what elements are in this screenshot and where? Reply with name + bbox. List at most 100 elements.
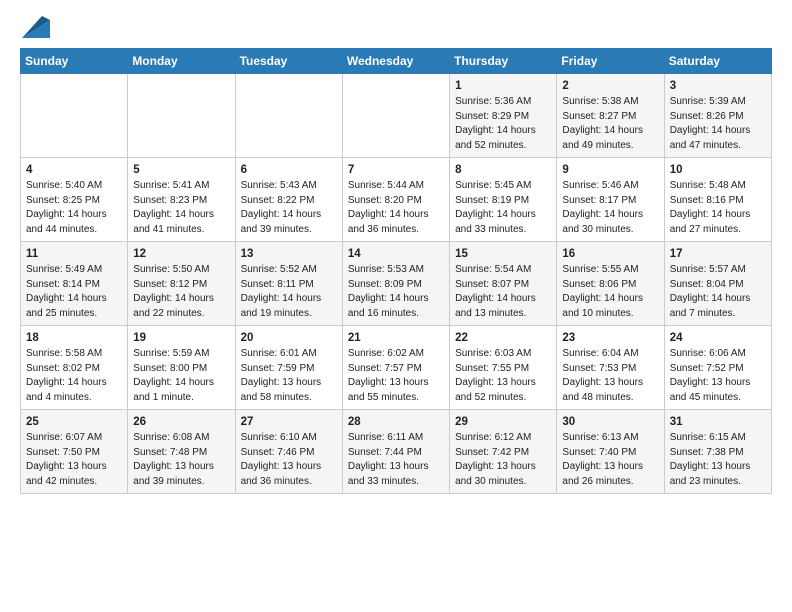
day-info: Sunrise: 5:45 AM Sunset: 8:19 PM Dayligh…	[455, 179, 551, 237]
calendar-cell	[128, 74, 235, 158]
day-info: Sunrise: 6:03 AM Sunset: 7:55 PM Dayligh…	[455, 347, 551, 405]
weekday-header-wednesday: Wednesday	[342, 49, 449, 74]
day-number: 9	[562, 162, 658, 178]
calendar-body: 1Sunrise: 5:36 AM Sunset: 8:29 PM Daylig…	[21, 74, 772, 494]
day-info: Sunrise: 5:53 AM Sunset: 8:09 PM Dayligh…	[348, 263, 444, 321]
day-number: 30	[562, 414, 658, 430]
calendar-week-3: 11Sunrise: 5:49 AM Sunset: 8:14 PM Dayli…	[21, 242, 772, 326]
day-info: Sunrise: 6:04 AM Sunset: 7:53 PM Dayligh…	[562, 347, 658, 405]
day-info: Sunrise: 5:59 AM Sunset: 8:00 PM Dayligh…	[133, 347, 229, 405]
weekday-header-saturday: Saturday	[664, 49, 771, 74]
day-number: 4	[26, 162, 122, 178]
calendar-cell: 30Sunrise: 6:13 AM Sunset: 7:40 PM Dayli…	[557, 410, 664, 494]
calendar-header: SundayMondayTuesdayWednesdayThursdayFrid…	[21, 49, 772, 74]
day-number: 14	[348, 246, 444, 262]
day-info: Sunrise: 6:12 AM Sunset: 7:42 PM Dayligh…	[455, 431, 551, 489]
calendar-cell: 12Sunrise: 5:50 AM Sunset: 8:12 PM Dayli…	[128, 242, 235, 326]
calendar-cell: 4Sunrise: 5:40 AM Sunset: 8:25 PM Daylig…	[21, 158, 128, 242]
logo	[20, 16, 50, 38]
calendar-week-5: 25Sunrise: 6:07 AM Sunset: 7:50 PM Dayli…	[21, 410, 772, 494]
day-number: 20	[241, 330, 337, 346]
calendar-cell: 24Sunrise: 6:06 AM Sunset: 7:52 PM Dayli…	[664, 326, 771, 410]
day-number: 23	[562, 330, 658, 346]
day-info: Sunrise: 5:39 AM Sunset: 8:26 PM Dayligh…	[670, 95, 766, 153]
weekday-header-tuesday: Tuesday	[235, 49, 342, 74]
day-number: 2	[562, 78, 658, 94]
day-info: Sunrise: 5:49 AM Sunset: 8:14 PM Dayligh…	[26, 263, 122, 321]
day-number: 6	[241, 162, 337, 178]
calendar-cell: 11Sunrise: 5:49 AM Sunset: 8:14 PM Dayli…	[21, 242, 128, 326]
day-info: Sunrise: 5:58 AM Sunset: 8:02 PM Dayligh…	[26, 347, 122, 405]
day-info: Sunrise: 5:55 AM Sunset: 8:06 PM Dayligh…	[562, 263, 658, 321]
day-info: Sunrise: 5:57 AM Sunset: 8:04 PM Dayligh…	[670, 263, 766, 321]
day-number: 28	[348, 414, 444, 430]
day-info: Sunrise: 6:02 AM Sunset: 7:57 PM Dayligh…	[348, 347, 444, 405]
page: SundayMondayTuesdayWednesdayThursdayFrid…	[0, 0, 792, 612]
calendar-cell: 15Sunrise: 5:54 AM Sunset: 8:07 PM Dayli…	[450, 242, 557, 326]
calendar-cell: 31Sunrise: 6:15 AM Sunset: 7:38 PM Dayli…	[664, 410, 771, 494]
day-number: 27	[241, 414, 337, 430]
calendar-cell: 28Sunrise: 6:11 AM Sunset: 7:44 PM Dayli…	[342, 410, 449, 494]
calendar-cell: 5Sunrise: 5:41 AM Sunset: 8:23 PM Daylig…	[128, 158, 235, 242]
day-info: Sunrise: 5:40 AM Sunset: 8:25 PM Dayligh…	[26, 179, 122, 237]
day-info: Sunrise: 6:06 AM Sunset: 7:52 PM Dayligh…	[670, 347, 766, 405]
day-number: 17	[670, 246, 766, 262]
weekday-header-friday: Friday	[557, 49, 664, 74]
calendar-cell: 14Sunrise: 5:53 AM Sunset: 8:09 PM Dayli…	[342, 242, 449, 326]
weekday-header-monday: Monday	[128, 49, 235, 74]
weekday-header-thursday: Thursday	[450, 49, 557, 74]
day-number: 3	[670, 78, 766, 94]
day-info: Sunrise: 6:07 AM Sunset: 7:50 PM Dayligh…	[26, 431, 122, 489]
day-number: 29	[455, 414, 551, 430]
day-info: Sunrise: 6:11 AM Sunset: 7:44 PM Dayligh…	[348, 431, 444, 489]
calendar-cell	[342, 74, 449, 158]
calendar-cell: 9Sunrise: 5:46 AM Sunset: 8:17 PM Daylig…	[557, 158, 664, 242]
day-info: Sunrise: 5:43 AM Sunset: 8:22 PM Dayligh…	[241, 179, 337, 237]
calendar-cell: 3Sunrise: 5:39 AM Sunset: 8:26 PM Daylig…	[664, 74, 771, 158]
day-number: 24	[670, 330, 766, 346]
calendar-cell: 16Sunrise: 5:55 AM Sunset: 8:06 PM Dayli…	[557, 242, 664, 326]
day-number: 26	[133, 414, 229, 430]
calendar-cell: 26Sunrise: 6:08 AM Sunset: 7:48 PM Dayli…	[128, 410, 235, 494]
calendar-week-2: 4Sunrise: 5:40 AM Sunset: 8:25 PM Daylig…	[21, 158, 772, 242]
calendar-cell: 8Sunrise: 5:45 AM Sunset: 8:19 PM Daylig…	[450, 158, 557, 242]
calendar-cell: 18Sunrise: 5:58 AM Sunset: 8:02 PM Dayli…	[21, 326, 128, 410]
day-number: 1	[455, 78, 551, 94]
calendar-cell: 23Sunrise: 6:04 AM Sunset: 7:53 PM Dayli…	[557, 326, 664, 410]
day-info: Sunrise: 5:36 AM Sunset: 8:29 PM Dayligh…	[455, 95, 551, 153]
day-info: Sunrise: 5:46 AM Sunset: 8:17 PM Dayligh…	[562, 179, 658, 237]
day-info: Sunrise: 5:41 AM Sunset: 8:23 PM Dayligh…	[133, 179, 229, 237]
day-info: Sunrise: 5:48 AM Sunset: 8:16 PM Dayligh…	[670, 179, 766, 237]
calendar-cell	[235, 74, 342, 158]
calendar-cell: 22Sunrise: 6:03 AM Sunset: 7:55 PM Dayli…	[450, 326, 557, 410]
calendar-week-1: 1Sunrise: 5:36 AM Sunset: 8:29 PM Daylig…	[21, 74, 772, 158]
day-number: 21	[348, 330, 444, 346]
day-number: 7	[348, 162, 444, 178]
calendar-cell: 1Sunrise: 5:36 AM Sunset: 8:29 PM Daylig…	[450, 74, 557, 158]
calendar-cell: 25Sunrise: 6:07 AM Sunset: 7:50 PM Dayli…	[21, 410, 128, 494]
day-number: 15	[455, 246, 551, 262]
day-number: 31	[670, 414, 766, 430]
calendar: SundayMondayTuesdayWednesdayThursdayFrid…	[20, 48, 772, 494]
day-number: 8	[455, 162, 551, 178]
day-info: Sunrise: 5:44 AM Sunset: 8:20 PM Dayligh…	[348, 179, 444, 237]
day-number: 16	[562, 246, 658, 262]
day-number: 13	[241, 246, 337, 262]
day-number: 10	[670, 162, 766, 178]
calendar-cell: 10Sunrise: 5:48 AM Sunset: 8:16 PM Dayli…	[664, 158, 771, 242]
calendar-cell: 6Sunrise: 5:43 AM Sunset: 8:22 PM Daylig…	[235, 158, 342, 242]
day-number: 19	[133, 330, 229, 346]
calendar-cell: 2Sunrise: 5:38 AM Sunset: 8:27 PM Daylig…	[557, 74, 664, 158]
calendar-cell: 19Sunrise: 5:59 AM Sunset: 8:00 PM Dayli…	[128, 326, 235, 410]
day-info: Sunrise: 5:38 AM Sunset: 8:27 PM Dayligh…	[562, 95, 658, 153]
weekday-header-sunday: Sunday	[21, 49, 128, 74]
calendar-cell: 17Sunrise: 5:57 AM Sunset: 8:04 PM Dayli…	[664, 242, 771, 326]
calendar-cell: 27Sunrise: 6:10 AM Sunset: 7:46 PM Dayli…	[235, 410, 342, 494]
day-info: Sunrise: 5:52 AM Sunset: 8:11 PM Dayligh…	[241, 263, 337, 321]
day-info: Sunrise: 6:13 AM Sunset: 7:40 PM Dayligh…	[562, 431, 658, 489]
day-info: Sunrise: 6:10 AM Sunset: 7:46 PM Dayligh…	[241, 431, 337, 489]
logo-icon	[22, 16, 50, 38]
day-number: 22	[455, 330, 551, 346]
calendar-cell: 13Sunrise: 5:52 AM Sunset: 8:11 PM Dayli…	[235, 242, 342, 326]
calendar-cell: 20Sunrise: 6:01 AM Sunset: 7:59 PM Dayli…	[235, 326, 342, 410]
